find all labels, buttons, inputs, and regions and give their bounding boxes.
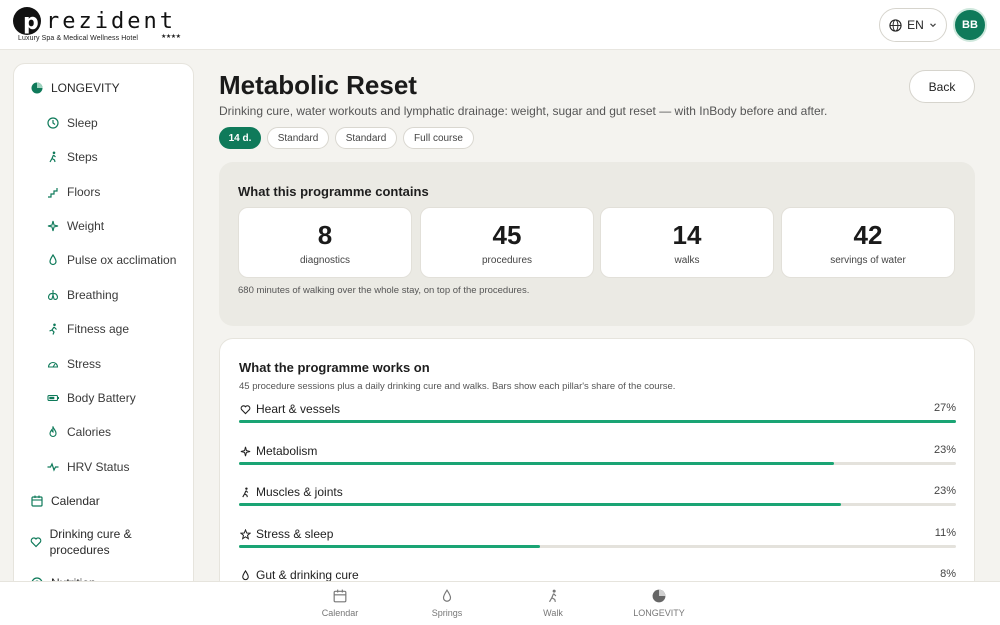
battery-icon xyxy=(46,391,60,405)
walker-icon xyxy=(239,486,251,498)
longevity-icon xyxy=(30,81,44,95)
sidebar: LONGEVITY Sleep Steps Floors Weight Puls… xyxy=(13,63,194,603)
top-header: p rezident Luxury Spa & Medical Wellness… xyxy=(0,0,1000,50)
sidebar-item-calendar[interactable]: Calendar xyxy=(30,493,100,509)
clock-icon xyxy=(46,116,60,130)
stat-walks: 14 walks xyxy=(600,207,774,278)
pillar-label: Muscles & joints xyxy=(256,485,343,499)
heart-icon xyxy=(30,535,43,549)
pillar-label: Metabolism xyxy=(256,444,318,458)
pillar-percent: 8% xyxy=(940,568,956,580)
nav-walk[interactable]: Walk xyxy=(518,588,588,618)
sidebar-item-stress[interactable]: Stress xyxy=(46,356,101,372)
language-selector[interactable]: EN xyxy=(879,8,947,42)
gauge-icon xyxy=(46,357,60,371)
pillar-percent: 11% xyxy=(934,527,956,539)
pillar-label: Heart & vessels xyxy=(256,402,341,416)
sidebar-item-body-battery[interactable]: Body Battery xyxy=(46,390,136,406)
works-note: 45 procedure sessions plus a daily drink… xyxy=(239,381,676,392)
stat-diagnostics: 8 diagnostics xyxy=(238,207,412,278)
programme-contains-card: What this programme contains 8 diagnosti… xyxy=(219,162,975,326)
pillar-bar-track xyxy=(239,545,956,548)
chip-standard-1[interactable]: Standard xyxy=(267,127,329,149)
chevron-down-icon xyxy=(929,21,937,29)
sidebar-item-sleep[interactable]: Sleep xyxy=(46,115,98,131)
pillar-bar-track xyxy=(239,503,956,506)
user-avatar[interactable]: BB xyxy=(953,8,987,42)
calendar-icon xyxy=(332,588,348,604)
sidebar-item-hrv-status[interactable]: HRV Status xyxy=(46,459,129,475)
logo-stars: ★★★★ xyxy=(161,34,181,40)
pillar-percent: 23% xyxy=(933,444,956,456)
lungs-icon xyxy=(46,288,60,302)
sidebar-item-steps[interactable]: Steps xyxy=(46,149,98,165)
sidebar-item-drinking-cure[interactable]: Drinking cure & procedures xyxy=(30,526,180,558)
sidebar-item-calories[interactable]: Calories xyxy=(46,424,111,440)
flame-icon xyxy=(46,425,60,439)
drop-icon xyxy=(46,253,60,267)
nav-springs[interactable]: Springs xyxy=(412,588,482,618)
sidebar-item-pulse-ox[interactable]: Pulse ox acclimation xyxy=(46,252,176,268)
pillar-bar-track xyxy=(239,462,956,465)
pillar-stress-sleep: Stress & sleep 11% xyxy=(239,527,956,557)
runner-icon xyxy=(46,322,60,336)
longevity-icon xyxy=(651,588,667,604)
drop-icon xyxy=(239,569,251,581)
chip-standard-2[interactable]: Standard xyxy=(335,127,397,149)
pillar-percent: 27% xyxy=(933,402,956,414)
nav-calendar[interactable]: Calendar xyxy=(305,588,375,618)
pillar-metabolism: Metabolism 23% xyxy=(239,444,956,474)
pillar-label: Gut & drinking cure xyxy=(256,568,359,582)
pillar-muscles-joints: Muscles & joints 23% xyxy=(239,485,956,515)
sidebar-item-floors[interactable]: Floors xyxy=(46,184,100,200)
logo-tagline: Luxury Spa & Medical Wellness Hotel xyxy=(18,35,139,42)
stairs-icon xyxy=(46,185,60,199)
pillar-bar-fill xyxy=(239,503,842,506)
chip-duration[interactable]: 14 d. xyxy=(219,127,261,149)
pillar-label: Stress & sleep xyxy=(256,527,334,541)
walker-icon xyxy=(545,588,561,604)
stat-procedures: 45 procedures xyxy=(420,207,594,278)
contains-title: What this programme contains xyxy=(238,184,429,199)
pillar-percent: 23% xyxy=(933,485,956,497)
programme-works-on-card: What the programme works on 45 procedure… xyxy=(219,338,975,598)
pillar-bar-fill xyxy=(239,462,835,465)
sidebar-item-fitness-age[interactable]: Fitness age xyxy=(46,321,129,337)
sidebar-item-breathing[interactable]: Breathing xyxy=(46,287,118,303)
back-button[interactable]: Back xyxy=(909,70,975,103)
pillar-bar-track xyxy=(239,420,956,423)
walker-icon xyxy=(46,150,60,164)
walking-note: 680 minutes of walking over the whole st… xyxy=(238,285,530,296)
nav-longevity[interactable]: LONGEVITY xyxy=(624,588,694,618)
heart-outline-icon xyxy=(239,403,251,415)
works-title: What the programme works on xyxy=(239,360,430,375)
pulse-icon xyxy=(46,460,60,474)
brand-logo[interactable]: p rezident Luxury Spa & Medical Wellness… xyxy=(12,6,182,46)
page-title: Metabolic Reset xyxy=(219,70,417,100)
stat-water-servings: 42 servings of water xyxy=(781,207,955,278)
sidebar-item-longevity[interactable]: LONGEVITY xyxy=(30,80,120,96)
programme-description: Drinking cure, water workouts and lympha… xyxy=(219,104,828,118)
pillar-bar-fill xyxy=(239,420,956,423)
sparkle-icon xyxy=(46,219,60,233)
language-label: EN xyxy=(907,18,924,32)
star-icon xyxy=(239,528,251,540)
chip-full-course[interactable]: Full course xyxy=(403,127,474,149)
pillar-bar-fill xyxy=(239,545,541,548)
pillar-heart-vessels: Heart & vessels 27% xyxy=(239,402,956,432)
drop-icon xyxy=(439,588,455,604)
globe-icon xyxy=(889,18,902,32)
calendar-icon xyxy=(30,494,44,508)
bottom-navigation: Calendar Springs Walk LONGEVITY xyxy=(0,581,1000,625)
sidebar-item-weight[interactable]: Weight xyxy=(46,218,104,234)
sparkle-icon xyxy=(239,445,251,457)
